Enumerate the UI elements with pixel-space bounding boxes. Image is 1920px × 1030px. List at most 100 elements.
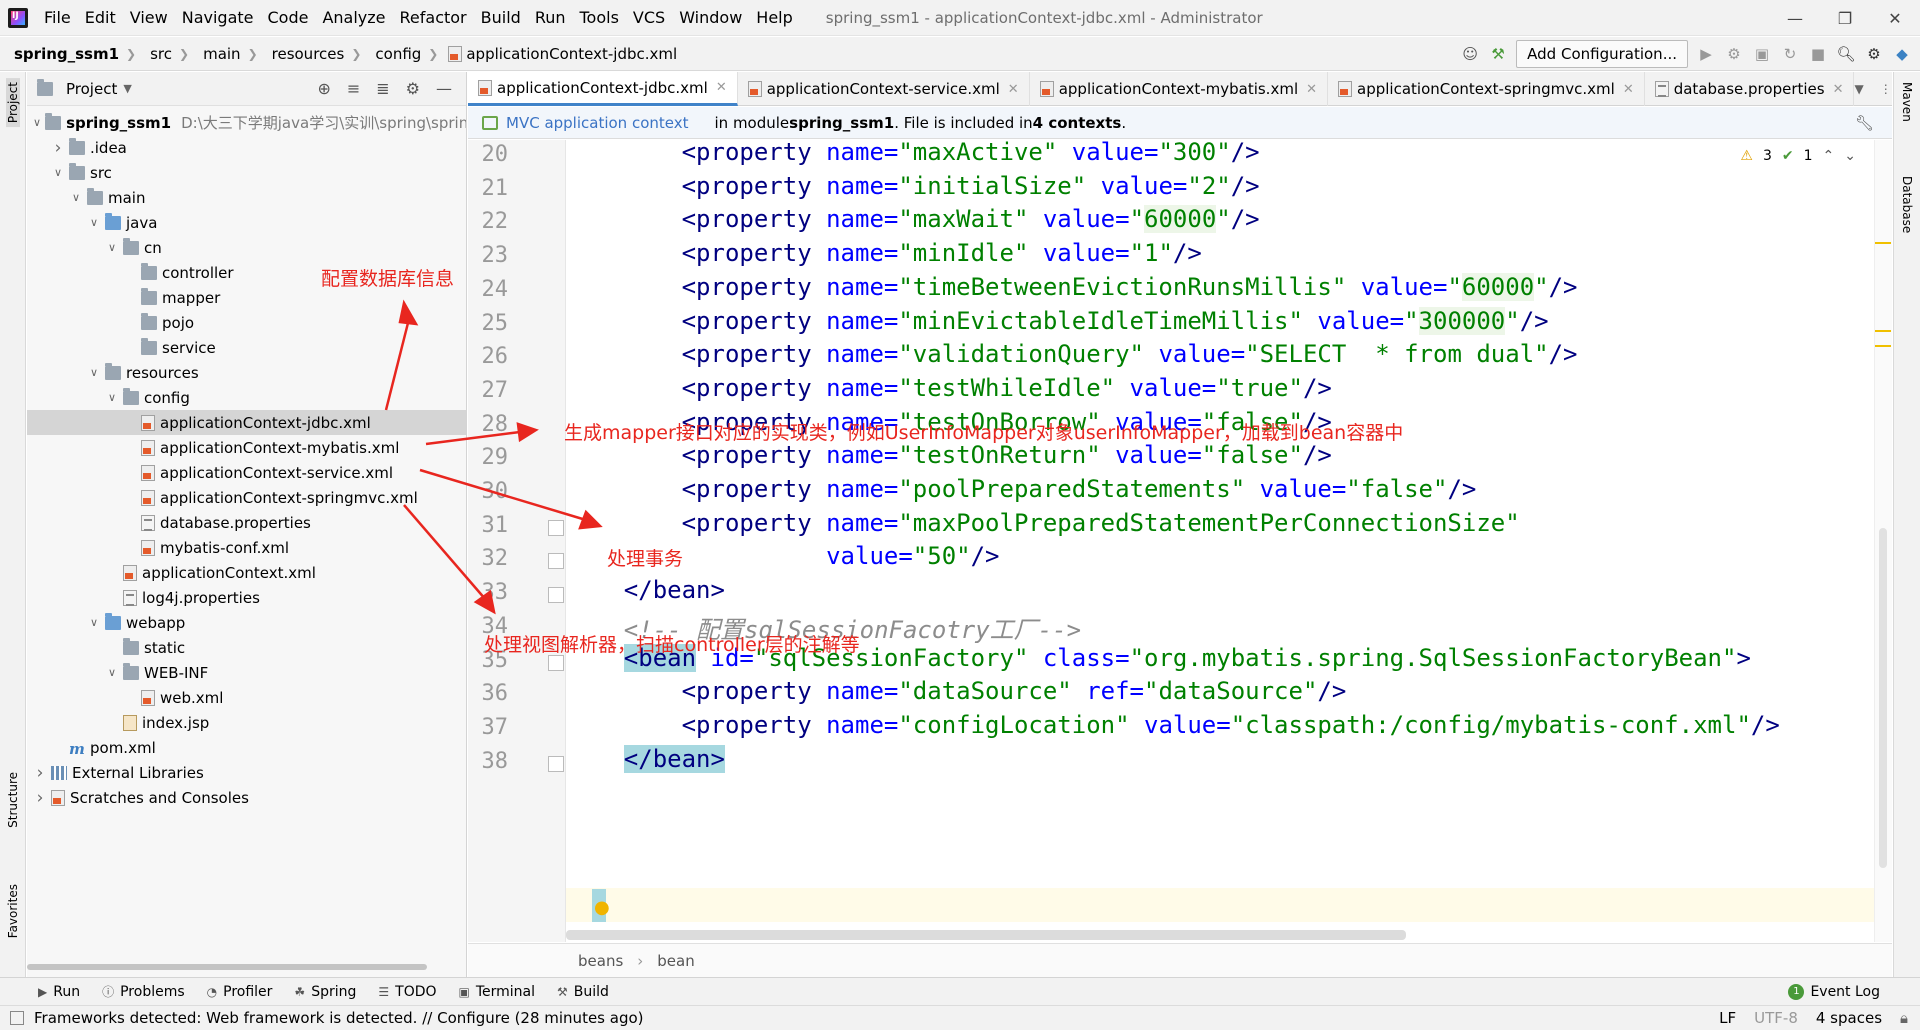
database-tool-button[interactable]: Database (1900, 176, 1914, 233)
toolbox-icon[interactable]: ◆ (1892, 44, 1912, 64)
code-line[interactable]: </bean> (566, 576, 725, 604)
nav-crumb[interactable]: src (136, 45, 172, 63)
crumb-beans[interactable]: beans (578, 952, 623, 970)
chevron-down-icon[interactable]: ∨ (87, 366, 101, 379)
menu-vcs[interactable]: VCS (626, 8, 672, 27)
tree-item[interactable]: ∨ WEB-INF (27, 660, 466, 685)
crumb-bean[interactable]: bean (657, 952, 694, 970)
file-encoding[interactable]: UTF-8 (1754, 1009, 1798, 1027)
editor-tab[interactable]: applicationContext-jdbc.xml ✕ (468, 72, 738, 106)
fold-marker-icon[interactable] (548, 587, 564, 604)
tree-item[interactable]: ∨ src (27, 160, 466, 185)
close-tab-icon[interactable]: ✕ (1008, 82, 1019, 97)
nav-crumb[interactable]: config (361, 45, 421, 63)
indent-setting[interactable]: 4 spaces (1816, 1009, 1882, 1027)
intention-bulb-icon[interactable]: ● (594, 897, 610, 918)
expand-all-icon[interactable]: ≡ (347, 79, 360, 98)
chevron-down-icon[interactable]: ∨ (51, 166, 65, 179)
maven-tool-button[interactable]: Maven (1900, 82, 1914, 122)
menu-refactor[interactable]: Refactor (393, 8, 474, 27)
line-separator[interactable]: LF (1719, 1009, 1736, 1027)
menu-code[interactable]: Code (261, 8, 316, 27)
user-icon[interactable]: ☺ (1460, 44, 1480, 64)
code-line[interactable]: </bean> (566, 744, 725, 773)
more-tabs-icon[interactable]: ⋮ (1880, 82, 1892, 96)
wrench-icon[interactable]: 🔧︎ (1855, 114, 1874, 132)
menu-edit[interactable]: Edit (78, 8, 123, 27)
tree-item[interactable]: ∨ main (27, 185, 466, 210)
tool-window-profiler[interactable]: ◔ Profiler (207, 983, 273, 1000)
nav-crumb[interactable]: resources (258, 45, 345, 63)
chevron-down-icon[interactable]: ∨ (69, 191, 83, 204)
tree-item[interactable]: applicationContext.xml (27, 560, 466, 585)
collapse-all-icon[interactable]: ≣ (376, 79, 389, 98)
close-icon[interactable]: ✕ (1870, 0, 1920, 36)
code-line[interactable]: <property name="maxActive" value="300"/> (566, 140, 1260, 166)
close-tab-icon[interactable]: ✕ (1623, 82, 1634, 97)
chevron-right-icon[interactable]: › (33, 763, 47, 783)
chevron-right-icon[interactable]: › (33, 788, 47, 808)
build-hammer-icon[interactable]: ⚒ (1488, 44, 1508, 64)
run-icon[interactable]: ▶ (1696, 44, 1716, 64)
hide-panel-icon[interactable]: — (436, 79, 452, 98)
tool-window-todo[interactable]: ☰ TODO (378, 983, 436, 1000)
chevron-down-icon[interactable]: ∨ (33, 116, 41, 129)
chevron-down-icon[interactable]: ∨ (87, 216, 101, 229)
tree-item[interactable]: mybatis-conf.xml (27, 535, 466, 560)
profile-icon[interactable]: ↻ (1780, 44, 1800, 64)
tree-item[interactable]: pojo (27, 310, 466, 335)
menu-view[interactable]: View (123, 8, 175, 27)
menu-run[interactable]: Run (528, 8, 573, 27)
settings-gear-icon[interactable]: ⚙ (1864, 44, 1884, 64)
close-tab-icon[interactable]: ✕ (1833, 82, 1844, 97)
code-line[interactable]: <property name="timeBetweenEvictionRunsM… (566, 272, 1578, 301)
event-log-button[interactable]: 1 Event Log (1788, 983, 1880, 1000)
code-line[interactable]: <property name="configLocation" value="c… (566, 711, 1780, 739)
tree-item[interactable]: static (27, 635, 466, 660)
add-configuration-button[interactable]: Add Configuration... (1516, 40, 1688, 68)
tree-item[interactable]: service (27, 335, 466, 360)
editor-vertical-scrollbar[interactable] (1879, 528, 1887, 868)
editor-tab[interactable]: applicationContext-service.xml ✕ (738, 72, 1030, 106)
close-tab-icon[interactable]: ✕ (1306, 82, 1317, 97)
info-contexts-count[interactable]: 4 contexts (1033, 114, 1122, 132)
tool-window-build[interactable]: ⚒ Build (557, 983, 609, 1000)
chevron-down-icon[interactable]: ▼ (123, 82, 131, 95)
editor-tab[interactable]: applicationContext-mybatis.xml ✕ (1030, 72, 1329, 106)
code-line[interactable]: <property name="validationQuery" value="… (566, 340, 1578, 368)
menu-help[interactable]: Help (749, 8, 799, 27)
restore-icon[interactable]: ❐ (1820, 0, 1870, 36)
chevron-down-icon[interactable]: ∨ (105, 666, 119, 679)
warning-stripe-mark[interactable] (1875, 345, 1891, 347)
tree-item[interactable]: log4j.properties (27, 585, 466, 610)
tree-item[interactable]: applicationContext-service.xml (27, 460, 466, 485)
menu-build[interactable]: Build (474, 8, 528, 27)
tree-item[interactable]: › External Libraries (27, 760, 466, 785)
menu-window[interactable]: Window (672, 8, 749, 27)
chevron-down-icon[interactable]: ∨ (105, 241, 119, 254)
tree-item[interactable]: applicationContext-mybatis.xml (27, 435, 466, 460)
tree-item[interactable]: › Scratches and Consoles (27, 785, 466, 810)
tool-window-run[interactable]: ▶ Run (38, 983, 80, 1000)
coverage-icon[interactable]: ▣ (1752, 44, 1772, 64)
prev-highlight-icon[interactable]: ⌃ (1823, 148, 1835, 164)
editor-tab[interactable]: database.properties ✕ (1645, 72, 1855, 106)
search-icon[interactable]: 🔍︎ (1836, 44, 1856, 64)
project-view-selector[interactable]: Project (66, 80, 117, 98)
tabs-dropdown-icon[interactable]: ▼ (1854, 82, 1863, 96)
nav-crumb[interactable]: main (189, 45, 240, 63)
fold-marker-icon[interactable] (548, 553, 564, 570)
favorites-tool-button[interactable]: Favorites (6, 884, 20, 938)
tree-item[interactable]: applicationContext-springmvc.xml (27, 485, 466, 510)
tree-item[interactable]: › .idea (27, 135, 466, 160)
code-line[interactable]: <property name="initialSize" value="2"/> (566, 172, 1260, 200)
code-line[interactable]: <property name="minEvictableIdleTimeMill… (566, 306, 1549, 335)
structure-tool-button[interactable]: Structure (6, 772, 20, 828)
editor-tab[interactable]: applicationContext-springmvc.xml ✕ (1328, 72, 1645, 106)
next-highlight-icon[interactable]: ⌄ (1844, 148, 1856, 164)
tool-window-spring[interactable]: ☘ Spring (294, 983, 356, 1000)
project-horizontal-scrollbar[interactable] (27, 960, 467, 974)
editor-error-stripe[interactable] (1874, 140, 1892, 942)
code-line[interactable]: <property name="dataSource" ref="dataSou… (566, 677, 1347, 705)
menu-tools[interactable]: Tools (573, 8, 626, 27)
